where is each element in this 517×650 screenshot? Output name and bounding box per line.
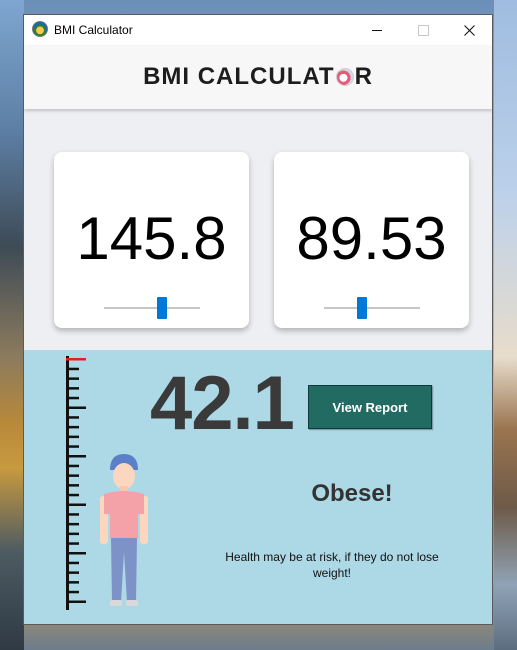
ruler-tick bbox=[66, 377, 79, 380]
height-slider[interactable] bbox=[104, 307, 200, 309]
ruler-tick bbox=[66, 513, 79, 516]
title-bar[interactable]: BMI Calculator bbox=[24, 15, 492, 45]
height-ruler bbox=[66, 356, 86, 610]
weight-value: 89.53 bbox=[296, 205, 447, 272]
ruler-tick bbox=[66, 484, 79, 487]
ruler-tick bbox=[66, 367, 79, 371]
ruler-tick bbox=[66, 445, 79, 448]
health-advice-text: Health may be at risk, if they do not lo… bbox=[225, 550, 439, 580]
ruler-tick bbox=[66, 435, 79, 439]
height-slider-thumb[interactable] bbox=[156, 297, 167, 319]
ruler-tick bbox=[66, 503, 86, 506]
app-header: BMI CALCULAT R bbox=[24, 45, 492, 109]
ruler-tick bbox=[66, 600, 86, 603]
maximize-button[interactable] bbox=[400, 15, 446, 45]
ruler-tick bbox=[66, 532, 79, 536]
ruler-tick bbox=[66, 552, 86, 555]
page-title-suffix: R bbox=[354, 63, 373, 90]
minimize-icon bbox=[372, 29, 382, 31]
ruler-tick bbox=[66, 561, 79, 565]
ruler-tick bbox=[66, 571, 79, 574]
height-card: 145.8 bbox=[54, 152, 249, 328]
height-value: 145.8 bbox=[76, 205, 227, 272]
ruler-tick bbox=[66, 455, 86, 458]
weight-slider-thumb[interactable] bbox=[357, 297, 368, 319]
bmi-app-icon bbox=[32, 21, 48, 37]
ruler-tick bbox=[66, 581, 79, 584]
ruler-tick bbox=[66, 474, 79, 477]
ruler-tick bbox=[66, 464, 79, 468]
close-icon bbox=[463, 24, 475, 36]
bmi-status-label: Obese! bbox=[311, 480, 393, 507]
maximize-icon bbox=[417, 24, 429, 36]
ruler-marker bbox=[66, 358, 86, 361]
page-title: BMI CALCULAT R bbox=[143, 63, 373, 91]
ruler-tick bbox=[66, 416, 79, 419]
ruler-tick bbox=[66, 493, 79, 497]
bmi-result-value: 42.1 bbox=[150, 361, 295, 446]
bmi-calculator-window: BMI Calculator BMI CALCULAT R 145.8 89.53 bbox=[23, 14, 493, 625]
window-title: BMI Calculator bbox=[54, 23, 133, 37]
bmi-logo-icon bbox=[335, 68, 354, 86]
ruler-tick bbox=[66, 590, 79, 594]
desktop-background-left bbox=[0, 0, 24, 650]
ruler-tick bbox=[66, 542, 79, 545]
weight-card: 89.53 bbox=[274, 152, 469, 328]
weight-slider[interactable] bbox=[324, 307, 420, 309]
ruler-tick bbox=[66, 387, 79, 390]
desktop-background-right bbox=[494, 0, 517, 650]
ruler-tick bbox=[66, 396, 79, 400]
view-report-button[interactable]: View Report bbox=[308, 385, 432, 429]
page-title-prefix: BMI CALCULAT bbox=[143, 63, 335, 90]
minimize-button[interactable] bbox=[354, 15, 400, 45]
ruler-tick bbox=[66, 406, 86, 409]
result-panel: 42.1 View Report Obese! Health may be at… bbox=[24, 350, 492, 624]
ruler-tick bbox=[66, 522, 79, 526]
close-button[interactable] bbox=[446, 15, 492, 45]
person-illustration bbox=[100, 454, 148, 606]
ruler-tick bbox=[66, 425, 79, 429]
